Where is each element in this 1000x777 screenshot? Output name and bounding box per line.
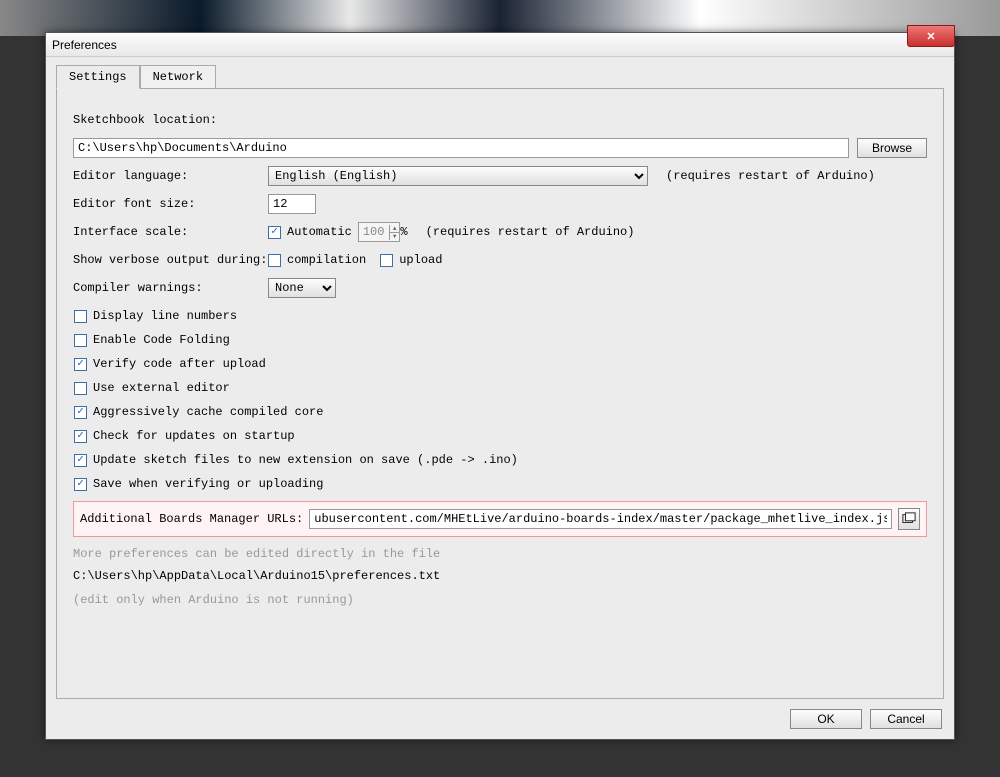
settings-panel: Sketchbook location: Browse Editor langu… — [56, 89, 944, 699]
check-updates-checkbox[interactable] — [74, 430, 87, 443]
tab-network[interactable]: Network — [140, 65, 216, 89]
tab-settings[interactable]: Settings — [56, 65, 140, 89]
verify-after-upload-label: Verify code after upload — [93, 357, 266, 371]
window-title: Preferences — [52, 38, 117, 52]
display-line-numbers-label: Display line numbers — [93, 309, 237, 323]
scale-value-input — [359, 223, 389, 241]
language-select[interactable]: English (English) — [268, 166, 648, 186]
window-icon — [902, 512, 916, 526]
automatic-checkbox[interactable] — [268, 226, 281, 239]
close-icon: ✕ — [926, 30, 935, 43]
verbose-label: Show verbose output during: — [73, 253, 268, 267]
boards-url-row: Additional Boards Manager URLs: — [73, 501, 927, 537]
boards-url-input[interactable] — [309, 509, 892, 529]
tab-bar: Settings Network — [56, 65, 944, 89]
check-updates-label: Check for updates on startup — [93, 429, 295, 443]
language-restart-hint: (requires restart of Arduino) — [666, 169, 875, 183]
use-external-editor-checkbox[interactable] — [74, 382, 87, 395]
sketchbook-label: Sketchbook location: — [73, 113, 268, 127]
automatic-label: Automatic — [287, 225, 352, 239]
enable-code-folding-label: Enable Code Folding — [93, 333, 230, 347]
upload-checkbox[interactable] — [380, 254, 393, 267]
verify-after-upload-checkbox[interactable] — [74, 358, 87, 371]
edit-only-hint: (edit only when Arduino is not running) — [73, 593, 927, 607]
prefs-path-link[interactable]: C:\Users\hp\AppData\Local\Arduino15\pref… — [73, 569, 927, 583]
sketchbook-path-input[interactable] — [73, 138, 849, 158]
ok-button[interactable]: OK — [790, 709, 862, 729]
fontsize-label: Editor font size: — [73, 197, 268, 211]
fontsize-input[interactable] — [268, 194, 316, 214]
spinner-buttons[interactable]: ▲ ▼ — [389, 225, 400, 240]
scale-label: Interface scale: — [73, 225, 268, 239]
warnings-label: Compiler warnings: — [73, 281, 268, 295]
boards-url-edit-button[interactable] — [898, 508, 920, 530]
close-button[interactable]: ✕ — [907, 25, 955, 47]
background-desktop — [0, 0, 1000, 36]
preferences-window: Preferences ✕ Settings Network Sketchboo… — [45, 32, 955, 740]
save-verify-label: Save when verifying or uploading — [93, 477, 323, 491]
compilation-checkbox[interactable] — [268, 254, 281, 267]
enable-code-folding-checkbox[interactable] — [74, 334, 87, 347]
browse-button[interactable]: Browse — [857, 138, 927, 158]
titlebar[interactable]: Preferences ✕ — [46, 33, 954, 57]
scale-restart-hint: (requires restart of Arduino) — [426, 225, 635, 239]
aggressive-cache-label: Aggressively cache compiled core — [93, 405, 323, 419]
language-label: Editor language: — [73, 169, 268, 183]
compilation-label: compilation — [287, 253, 366, 267]
percent-label: % — [400, 225, 407, 239]
use-external-editor-label: Use external editor — [93, 381, 230, 395]
cancel-button[interactable]: Cancel — [870, 709, 942, 729]
more-prefs-hint: More preferences can be edited directly … — [73, 547, 927, 561]
boards-url-label: Additional Boards Manager URLs: — [80, 512, 303, 526]
chevron-down-icon[interactable]: ▼ — [390, 233, 400, 240]
chevron-up-icon[interactable]: ▲ — [390, 225, 400, 233]
dialog-footer: OK Cancel — [790, 709, 942, 729]
update-sketch-ext-checkbox[interactable] — [74, 454, 87, 467]
content-area: Settings Network Sketchbook location: Br… — [46, 57, 954, 739]
save-verify-checkbox[interactable] — [74, 478, 87, 491]
aggressive-cache-checkbox[interactable] — [74, 406, 87, 419]
warnings-select[interactable]: None — [268, 278, 336, 298]
update-sketch-ext-label: Update sketch files to new extension on … — [93, 453, 518, 467]
upload-label: upload — [399, 253, 442, 267]
display-line-numbers-checkbox[interactable] — [74, 310, 87, 323]
scale-spinner[interactable]: ▲ ▼ — [358, 222, 401, 242]
